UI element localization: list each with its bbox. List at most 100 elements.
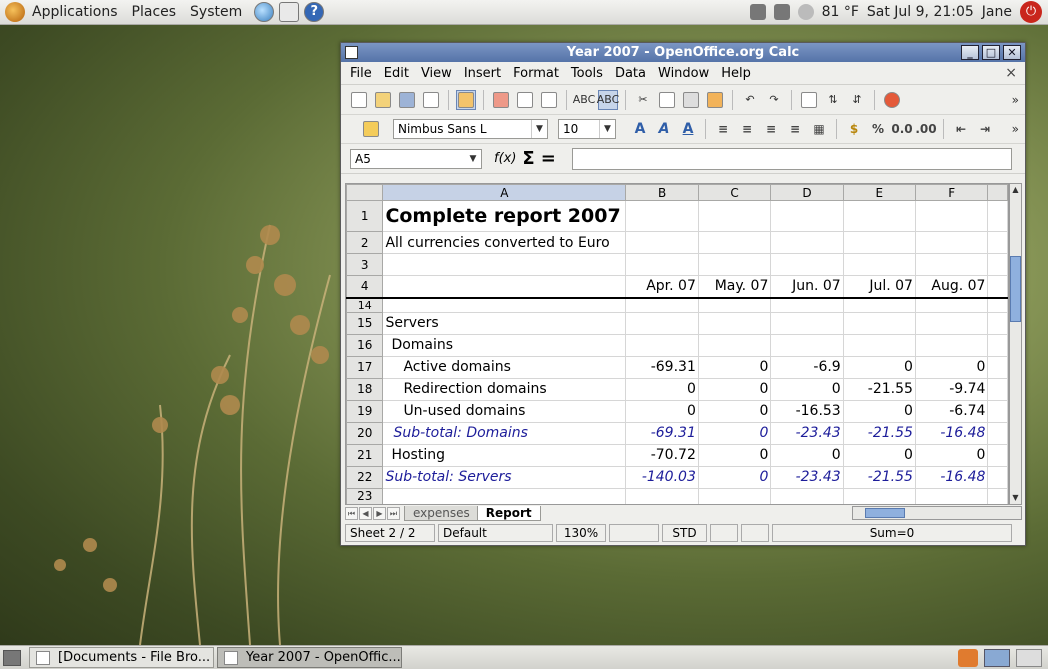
cell[interactable]: 0 [842,443,916,467]
cell[interactable]: Sub-total: Domains [382,421,627,445]
applications-menu[interactable]: Applications [25,4,125,20]
cell[interactable]: 0 [697,399,772,423]
cell[interactable]: Un-used domains [382,399,627,423]
row-header[interactable]: 18 [346,377,384,401]
cell[interactable] [987,399,1008,423]
status-sheet[interactable]: Sheet 2 / 2 [345,524,435,542]
cell[interactable]: -6.9 [770,355,844,379]
cell[interactable] [697,231,772,254]
gnome-foot-icon[interactable] [5,2,25,22]
show-desktop-icon[interactable] [3,649,21,666]
function-icon[interactable]: = [541,148,556,169]
taskbar-item-file-browser[interactable]: [Documents - File Bro... [29,647,214,668]
row-header[interactable]: 3 [346,253,384,276]
align-left-icon[interactable]: ≡ [713,119,733,139]
standard-format-icon[interactable]: 0.0 [891,119,912,139]
cell[interactable] [625,231,699,254]
cell[interactable] [697,487,772,504]
menu-file[interactable]: File [344,66,378,81]
cell[interactable] [697,297,772,313]
user-name[interactable]: Jane [982,4,1012,20]
cell[interactable]: -69.31 [625,421,699,445]
cell[interactable] [382,487,627,504]
spellcheck-icon[interactable]: ABC [573,90,596,110]
chart-icon[interactable] [882,90,902,110]
workspace-1[interactable] [984,648,1010,667]
web-browser-icon[interactable] [254,2,275,22]
cell[interactable]: 0 [842,355,916,379]
toolbar-overflow-icon[interactable]: » [1012,93,1019,107]
status-sum[interactable]: Sum=0 [772,524,1012,542]
column-header-e[interactable]: E [842,184,916,201]
font-size-combo[interactable]: 10 ▼ [558,119,616,139]
cell[interactable]: -140.03 [625,465,699,489]
network-icon[interactable] [749,4,766,20]
menu-tools[interactable]: Tools [565,66,609,81]
row-header[interactable]: 15 [346,311,384,335]
cell[interactable] [382,297,627,313]
cell[interactable]: -9.74 [914,377,989,401]
volume-icon[interactable] [773,4,790,20]
trash-icon[interactable] [958,648,978,667]
bold-icon[interactable]: A [630,119,650,139]
cell[interactable] [914,297,989,313]
cell[interactable] [914,231,989,254]
cell[interactable] [382,253,627,276]
cell[interactable]: 0 [625,399,699,423]
menu-edit[interactable]: Edit [378,66,415,81]
cell[interactable]: 0 [770,443,844,467]
cell[interactable] [770,200,844,232]
cell[interactable] [987,231,1008,254]
export-pdf-icon[interactable] [491,90,511,110]
horizontal-scrollbar[interactable] [852,506,1022,520]
cell[interactable]: 0 [697,443,772,467]
cell[interactable]: -6.74 [914,399,989,423]
menu-insert[interactable]: Insert [458,66,507,81]
cell[interactable] [625,297,699,313]
cell[interactable]: 0 [914,443,989,467]
cell[interactable] [842,333,916,357]
cell[interactable]: Active domains [382,355,627,379]
status-page-style[interactable]: Default [438,524,553,542]
cell[interactable] [770,311,844,335]
cell[interactable] [914,487,989,504]
sum-icon[interactable]: Σ [522,148,534,169]
last-sheet-icon[interactable]: ⏭ [387,506,400,520]
cell[interactable] [987,311,1008,335]
cell[interactable]: Servers [382,311,627,335]
justify-icon[interactable]: ≡ [785,119,805,139]
cell[interactable]: -21.55 [842,465,916,489]
cell[interactable]: 0 [697,355,772,379]
cell[interactable]: Domains [382,333,627,357]
system-menu[interactable]: System [183,4,249,20]
font-name-combo[interactable]: Nimbus Sans L ▼ [393,119,548,139]
cell[interactable] [770,231,844,254]
currency-format-icon[interactable]: $ [844,119,864,139]
toolbar-overflow-icon[interactable]: » [1012,122,1019,136]
cell[interactable] [842,487,916,504]
cell[interactable] [987,200,1008,232]
column-header-c[interactable]: C [697,184,772,201]
paste-icon[interactable] [681,90,701,110]
cell[interactable]: Redirection domains [382,377,627,401]
cell[interactable] [842,231,916,254]
column-header-d[interactable]: D [770,184,844,201]
cell[interactable]: -21.55 [842,421,916,445]
cell[interactable] [987,355,1008,379]
column-header-b[interactable]: B [625,184,699,201]
cell[interactable]: Complete report 2007 [382,200,627,232]
cell[interactable] [842,311,916,335]
spreadsheet-grid[interactable]: A B C D E F 1 Complete report 2007 2 All… [345,183,1009,505]
cell[interactable] [914,253,989,276]
column-header-a[interactable]: A [382,184,627,201]
cell[interactable]: -16.53 [770,399,844,423]
places-menu[interactable]: Places [125,4,184,20]
cell[interactable]: -23.43 [770,465,844,489]
menu-view[interactable]: View [415,66,458,81]
tab-report[interactable]: Report [476,505,541,521]
status-zoom[interactable]: 130% [556,524,606,542]
redo-icon[interactable]: ↷ [764,90,784,110]
cell[interactable]: Apr. 07 [625,275,699,299]
minimize-button[interactable]: _ [961,45,979,60]
status-selection-mode[interactable]: STD [662,524,707,542]
